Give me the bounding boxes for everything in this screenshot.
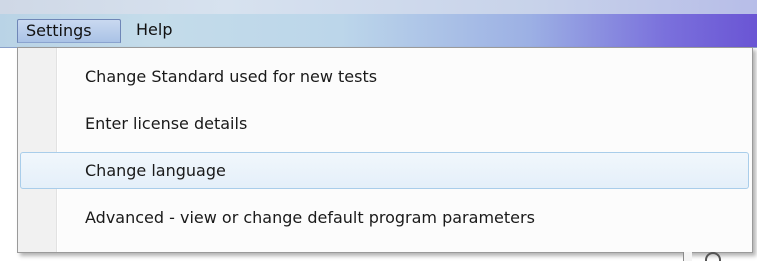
menu-item-advanced-parameters[interactable]: Advanced - view or change default progra… xyxy=(20,199,749,236)
background-divider xyxy=(683,252,692,261)
menu-bar: Settings Help xyxy=(0,14,757,48)
menu-item-change-language[interactable]: Change language xyxy=(20,152,749,189)
menu-item-enter-license[interactable]: Enter license details xyxy=(20,105,749,142)
window-chrome-strip xyxy=(0,0,757,14)
menu-item-label: Enter license details xyxy=(85,114,248,133)
application-window: Settings Help Change Standard used for n… xyxy=(0,0,757,261)
background-glyph xyxy=(705,252,721,261)
menu-item-label: Advanced - view or change default progra… xyxy=(85,208,535,227)
settings-dropdown-menu: Change Standard used for new tests Enter… xyxy=(17,47,753,253)
background-window-fragment xyxy=(683,252,757,261)
menu-item-label: Change language xyxy=(85,161,226,180)
menu-item-label: Change Standard used for new tests xyxy=(85,67,378,86)
menu-help[interactable]: Help xyxy=(128,19,180,43)
menu-settings[interactable]: Settings xyxy=(17,19,121,43)
menu-item-change-standard[interactable]: Change Standard used for new tests xyxy=(20,58,749,95)
